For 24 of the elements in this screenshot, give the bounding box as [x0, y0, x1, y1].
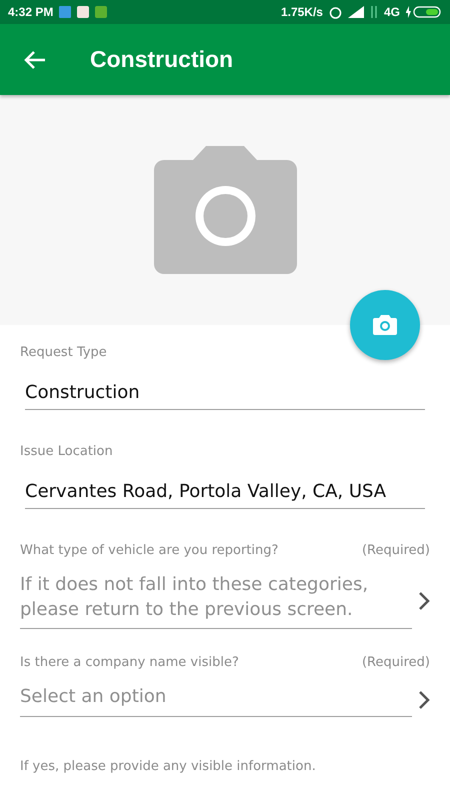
status-time: 4:32 PM — [8, 5, 54, 19]
app-icon — [59, 6, 72, 18]
page-title: Construction — [90, 46, 234, 73]
battery-icon — [406, 6, 442, 18]
app-icon — [77, 6, 90, 18]
hint-text: If yes, please provide any visible information. — [20, 758, 317, 774]
field-label: What type of vehicle are you reporting? — [20, 543, 278, 558]
camera-icon[interactable] — [373, 315, 397, 335]
app-icon — [95, 6, 108, 18]
field-label: Is there a company name visible? — [20, 655, 239, 670]
required-label: (Required) — [362, 655, 430, 670]
input-field[interactable]: Construction — [25, 382, 425, 410]
field-label: Request Type — [20, 345, 108, 360]
chevron-right-icon[interactable] — [418, 590, 430, 611]
input-field[interactable]: Cervantes Road, Portola Valley, CA, USA — [25, 481, 425, 509]
required-label: (Required) — [362, 543, 430, 558]
network-speed: 1.75K/s — [280, 5, 323, 19]
field-label: Issue Location — [20, 444, 114, 459]
signal-icon — [348, 6, 364, 18]
network-type: 4G — [384, 5, 400, 19]
chevron-right-icon[interactable] — [418, 690, 430, 710]
camera-button[interactable] — [350, 290, 420, 360]
back-arrow-icon[interactable] — [24, 50, 46, 70]
camera-icon — [154, 146, 296, 274]
